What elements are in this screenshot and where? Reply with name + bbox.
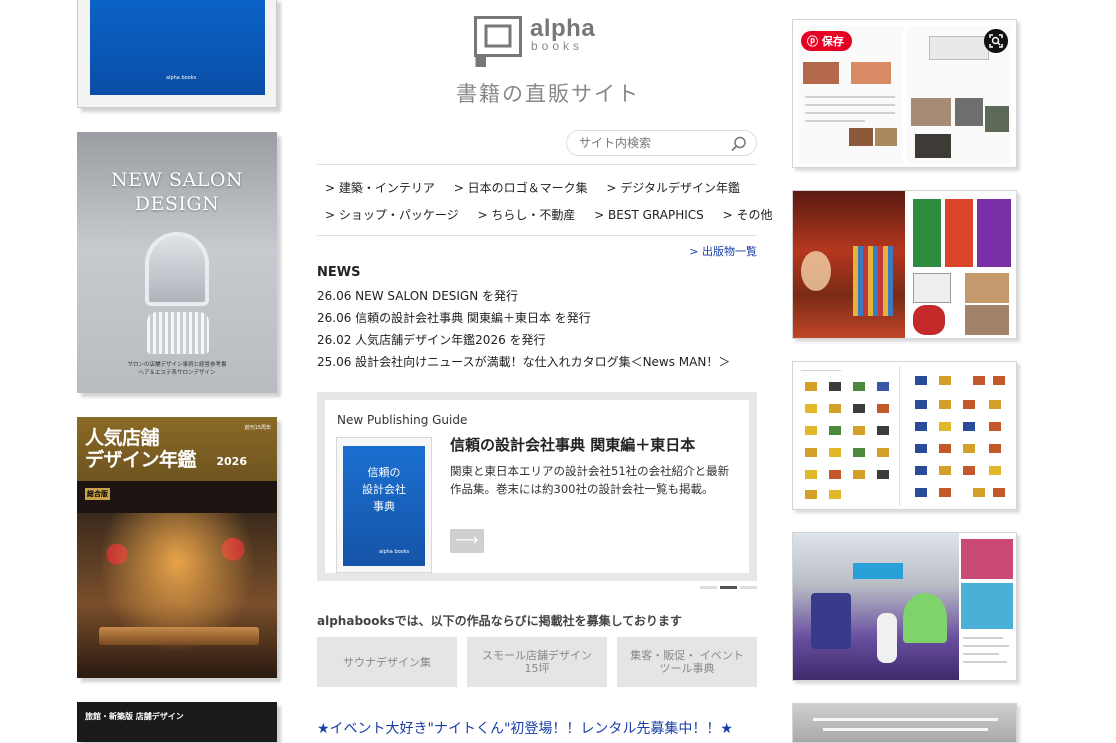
pinterest-save-label: 保存 <box>821 35 844 48</box>
divider <box>317 235 757 236</box>
carousel-dot-active[interactable] <box>720 586 737 589</box>
news-item[interactable]: 25.06 設計会社向けニュースが満載！な仕入れカタログ集＜News MAN！＞ <box>317 353 730 375</box>
publications-list-link[interactable]: > 出版物一覧 <box>689 243 757 259</box>
nav-link-shop-package[interactable]: > ショップ・パッケージ <box>325 206 459 223</box>
site-search <box>566 130 757 156</box>
guide-book-title: 信頼の 設計会社 事典 <box>362 466 406 513</box>
cover-title: 旅館・新築版 店舗デザイン <box>85 712 184 721</box>
sample-spread-cafe[interactable]: ⓟ 保存 <box>792 19 1017 168</box>
guide-label: New Publishing Guide <box>337 413 468 427</box>
divider <box>317 164 757 165</box>
sample-spread-colorful-interior[interactable] <box>792 190 1017 339</box>
guide-next-button[interactable]: ⟶ <box>450 529 484 553</box>
cover-mirror-graphic <box>145 232 209 306</box>
event-announcement-link[interactable]: ★イベント大好き"ナイトくん"初登場！！レンタル先募集中！！★ <box>317 718 733 738</box>
recruitment-heading: alphabooksでは、以下の作品ならびに掲載社を募集しております <box>317 614 682 628</box>
sample-spread-logo-marks[interactable] <box>792 361 1017 510</box>
book-cover-store-design-yearbook[interactable]: 創刊15周年 人気店舗 デザイン年鑑 2026 総合版 <box>77 417 277 678</box>
cover-subtitle: サロンの店舗デザイン事例と経営参考書 ヘア＆エステ系サロンデザイン <box>127 362 227 376</box>
alphabooks-logo-icon <box>474 16 522 67</box>
cover-title: NEW SALON DESIGN <box>110 169 244 215</box>
nav-link-other[interactable]: > その他 <box>723 206 773 223</box>
pinterest-save-button[interactable]: ⓟ 保存 <box>801 31 852 51</box>
guide-book-cover[interactable]: 信頼の 設計会社 事典 alpha books <box>336 437 432 573</box>
sample-spread-ceiling[interactable] <box>792 703 1017 743</box>
guide-book-logo: alpha books <box>379 549 410 555</box>
search-icon[interactable] <box>730 135 748 153</box>
nav-link-flyer-realestate[interactable]: > ちらし・不動産 <box>477 206 575 223</box>
carousel-indicator <box>700 586 757 589</box>
nav-link-logo-mark[interactable]: > 日本のロゴ＆マーク集 <box>454 179 588 196</box>
brand-sub: books <box>531 39 584 53</box>
recruit-tile-event-tools[interactable]: 集客・販促・ イベントツール事典 <box>617 637 757 687</box>
book-cover-new-salon-design[interactable]: NEW SALON DESIGN サロンの店舗デザイン事例と経営参考書 ヘア＆エ… <box>77 132 277 393</box>
visual-search-icon[interactable] <box>984 29 1008 53</box>
book-cover-blue[interactable]: alpha books <box>77 0 277 108</box>
guide-book-face: 信頼の 設計会社 事典 alpha books <box>343 446 425 566</box>
nav-link-architecture[interactable]: > 建築・インテリア <box>325 179 435 196</box>
search-input[interactable] <box>577 134 727 152</box>
cover-badge: 総合版 <box>85 488 110 500</box>
news-list: 26.06 NEW SALON DESIGN を発行 26.06 信頼の設計会社… <box>317 287 730 375</box>
pinterest-icon: ⓟ <box>807 35 818 48</box>
cover-restaurant-photo <box>77 513 277 678</box>
book-cover-ryokan[interactable]: 旅館・新築版 店舗デザイン <box>77 702 277 742</box>
recruit-tile-sauna[interactable]: サウナデザイン集 <box>317 637 457 687</box>
news-item[interactable]: 26.02 人気店舗デザイン年鑑2026 を発行 <box>317 331 730 353</box>
nav-link-best-graphics[interactable]: > BEST GRAPHICS <box>594 208 704 222</box>
cover-anniversary-tag: 創刊15周年 <box>244 425 271 431</box>
category-nav-row-1: > 建築・インテリア > 日本のロゴ＆マーク集 > デジタルデザイン年鑑 <box>325 179 755 195</box>
cover-logo: alpha books <box>166 75 197 81</box>
news-heading: NEWS <box>317 265 361 280</box>
recruit-tile-small-store[interactable]: スモール店舗デザイン 15坪 <box>467 637 607 687</box>
cover-chair-graphic <box>147 312 209 354</box>
cover-counter-graphic <box>99 627 259 645</box>
site-tagline: 書籍の直販サイト <box>456 82 640 106</box>
carousel-dot[interactable] <box>700 586 717 589</box>
new-publishing-guide: New Publishing Guide 信頼の 設計会社 事典 alpha b… <box>317 392 757 581</box>
guide-description: 関東と東日本エリアの設計会社51社の会社紹介と最新作品集。巻末には約300社の設… <box>450 464 730 496</box>
cover-title: 人気店舗 デザイン年鑑 <box>85 427 197 471</box>
news-item[interactable]: 26.06 NEW SALON DESIGN を発行 <box>317 287 730 309</box>
category-nav-row-2: > ショップ・パッケージ > ちらし・不動産 > BEST GRAPHICS >… <box>325 206 787 222</box>
nav-link-digital-design[interactable]: > デジタルデザイン年鑑 <box>606 179 740 196</box>
cover-year: 2026 <box>216 455 247 468</box>
guide-title[interactable]: 信頼の設計会社事典 関東編＋東日本 <box>450 434 695 455</box>
carousel-dot[interactable] <box>740 586 757 589</box>
news-item[interactable]: 26.06 信頼の設計会社事典 関東編＋東日本 を発行 <box>317 309 730 331</box>
guide-card: New Publishing Guide 信頼の 設計会社 事典 alpha b… <box>325 400 749 573</box>
sample-spread-kids-store[interactable] <box>792 532 1017 681</box>
